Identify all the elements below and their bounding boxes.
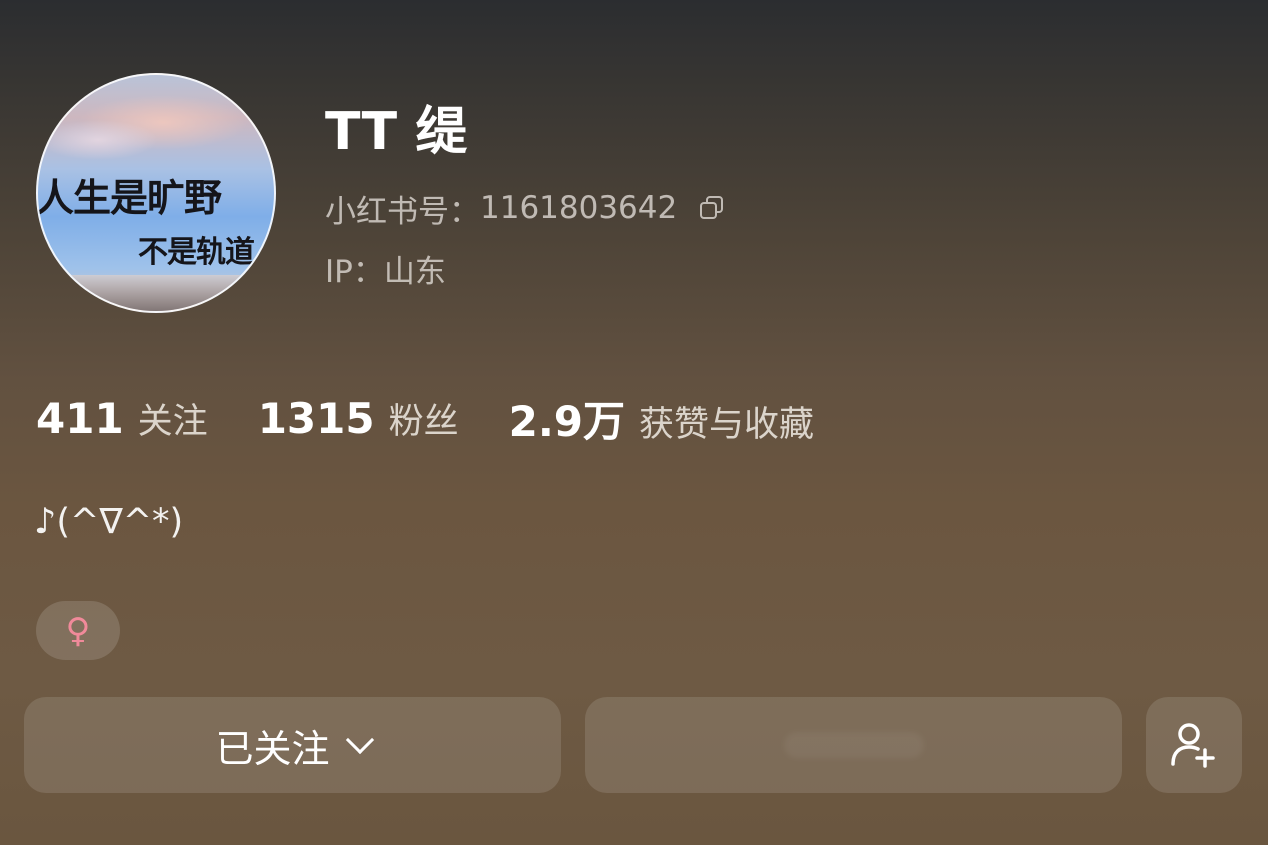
bio-text: ♪(^∇^*)	[34, 502, 184, 542]
stat-label: 粉丝	[388, 401, 459, 442]
stat-following[interactable]: 411 关注	[36, 393, 208, 444]
redid-value: 1161803642	[480, 190, 678, 226]
avatar[interactable]: 人生是旷野 不是轨道	[36, 73, 276, 313]
avatar-text-line2: 不是轨道	[138, 235, 255, 270]
chevron-down-icon	[345, 725, 374, 755]
stat-label: 关注	[137, 401, 208, 442]
avatar-ground	[38, 275, 274, 311]
ip-value: 山东	[383, 253, 446, 290]
profile-name: TT 缇	[325, 102, 468, 162]
stat-label: 获赞与收藏	[639, 404, 815, 445]
chat-button-content	[783, 732, 924, 758]
stat-number: 2.9万	[508, 396, 626, 446]
followed-button-label: 已关注	[215, 726, 330, 771]
female-icon: ♀	[65, 610, 91, 651]
stat-followers[interactable]: 1315 粉丝	[258, 393, 459, 444]
stats-row: 411 关注 1315 粉丝 2.9万 获赞与收藏	[36, 390, 864, 446]
stat-number: 1315	[257, 393, 375, 443]
ip-location: IP： 山东	[325, 248, 446, 290]
redid-label: 小红书号：	[325, 193, 480, 230]
ip-label: IP：	[325, 253, 384, 290]
gender-tag: ♀	[36, 601, 120, 660]
chat-button[interactable]	[585, 697, 1122, 793]
stat-number: 411	[36, 393, 124, 443]
redid-row: 小红书号： 1161803642	[325, 188, 725, 230]
avatar-text-line1: 人生是旷野	[36, 175, 222, 220]
copy-icon[interactable]	[699, 195, 725, 221]
add-user-icon	[1171, 723, 1215, 768]
followed-button[interactable]: 已关注	[24, 697, 561, 793]
avatar-cloud	[38, 120, 158, 160]
add-friend-button[interactable]	[1146, 697, 1242, 793]
stat-likes-collects[interactable]: 2.9万 获赞与收藏	[509, 388, 814, 449]
